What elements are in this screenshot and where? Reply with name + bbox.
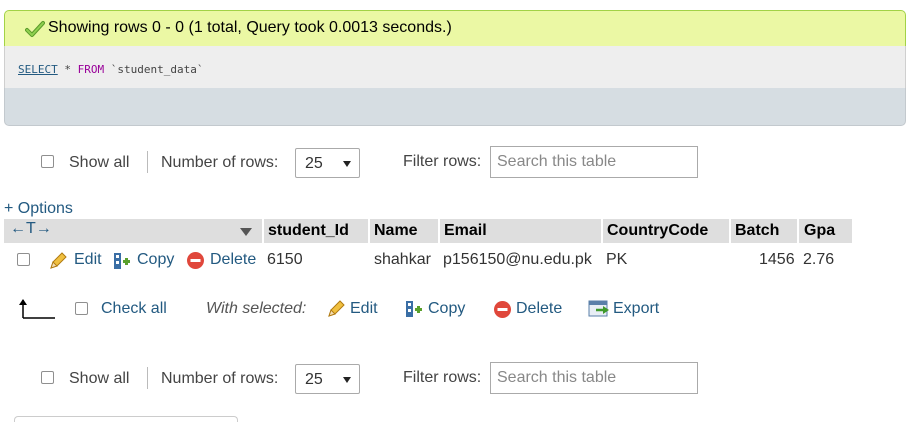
- column-header-name[interactable]: Name: [374, 222, 418, 240]
- with-selected-label: With selected:: [206, 300, 307, 317]
- filter-rows-label: Filter rows:: [403, 153, 482, 170]
- column-header-gpa[interactable]: Gpa: [804, 222, 835, 240]
- sql-table-name: `student_data`: [104, 63, 204, 76]
- with-selected-delete-link[interactable]: Delete: [516, 300, 562, 318]
- divider: [147, 367, 148, 389]
- number-of-rows-select[interactable]: 25: [295, 148, 360, 178]
- cell-gpa: 2.76: [803, 251, 835, 268]
- chevron-down-icon: [343, 377, 351, 383]
- delete-icon[interactable]: [493, 300, 512, 319]
- show-all-label[interactable]: Show all: [69, 370, 129, 388]
- sql-star: *: [57, 63, 78, 76]
- filter-rows-label: Filter rows:: [403, 369, 482, 386]
- cell-countrycode: PK: [606, 251, 628, 268]
- row-delete-link[interactable]: Delete: [210, 251, 256, 269]
- column-header-batch[interactable]: Batch: [735, 222, 779, 240]
- with-selected-export-link[interactable]: Export: [613, 300, 659, 318]
- row-edit-link[interactable]: Edit: [74, 251, 102, 269]
- options-link[interactable]: + Options: [4, 200, 73, 218]
- filter-rows-input[interactable]: [491, 363, 697, 393]
- copy-icon[interactable]: [112, 251, 132, 271]
- column-header-countrycode[interactable]: CountryCode: [607, 222, 708, 240]
- table-header: ←T→ student_Id Name Email CountryCode Ba…: [4, 219, 852, 243]
- sql-toolbar-strip: [4, 88, 906, 126]
- number-of-rows-label: Number of rows:: [161, 154, 279, 171]
- filter-rows-search[interactable]: [490, 362, 698, 394]
- show-all-checkbox[interactable]: [41, 155, 54, 168]
- number-of-rows-value: 25: [305, 371, 323, 388]
- cell-email: p156150@nu.edu.pk: [443, 251, 592, 268]
- query-results-operations-box: [14, 416, 238, 422]
- filter-rows-search[interactable]: [490, 146, 698, 178]
- cell-name: shahkar: [374, 251, 431, 268]
- check-all-checkbox[interactable]: [75, 302, 88, 315]
- row-checkbox[interactable]: [17, 253, 30, 266]
- chevron-down-icon: [343, 161, 351, 167]
- success-message: Showing rows 0 - 0 (1 total, Query took …: [4, 10, 906, 46]
- pencil-icon[interactable]: [326, 299, 346, 319]
- show-all-checkbox[interactable]: [41, 371, 54, 384]
- table-row: Edit Copy Delete 6150 shahkar p156150@nu…: [4, 247, 852, 275]
- column-header-student-id[interactable]: student_Id: [268, 222, 349, 240]
- sort-dropdown-icon[interactable]: [240, 228, 252, 236]
- sql-select-keyword[interactable]: SELECT: [18, 63, 58, 76]
- sql-query: SELECT * FROM `student_data`: [18, 63, 203, 76]
- check-all-link[interactable]: Check all: [101, 300, 167, 318]
- with-selected-bar: Check all With selected: Edit Copy Delet…: [0, 290, 906, 326]
- copy-icon[interactable]: [404, 299, 424, 319]
- sql-from-keyword: FROM: [77, 63, 105, 76]
- cell-batch: 1456: [759, 251, 795, 268]
- success-text: Showing rows 0 - 0 (1 total, Query took …: [48, 19, 452, 36]
- pencil-icon[interactable]: [48, 251, 68, 271]
- table-navigation-bottom: Show all Number of rows: 25 Filter rows:: [0, 362, 906, 398]
- delete-icon[interactable]: [186, 251, 205, 270]
- export-icon[interactable]: [588, 299, 610, 319]
- cell-student-id: 6150: [267, 251, 303, 268]
- row-copy-link[interactable]: Copy: [137, 251, 174, 269]
- column-header-email[interactable]: Email: [444, 222, 487, 240]
- column-arrows-icon[interactable]: ←T→: [10, 220, 52, 238]
- show-all-label[interactable]: Show all: [69, 154, 129, 172]
- filter-rows-input[interactable]: [491, 147, 697, 177]
- divider: [147, 151, 148, 173]
- with-selected-edit-link[interactable]: Edit: [350, 300, 378, 318]
- number-of-rows-label: Number of rows:: [161, 370, 279, 387]
- number-of-rows-value: 25: [305, 155, 323, 172]
- number-of-rows-select[interactable]: 25: [295, 364, 360, 394]
- check-icon: [25, 21, 45, 37]
- sql-query-box: SELECT * FROM `student_data`: [4, 46, 906, 88]
- table-navigation-top: Show all Number of rows: 25 Filter rows:: [0, 146, 906, 182]
- with-selected-copy-link[interactable]: Copy: [428, 300, 465, 318]
- arrow-up-icon: [19, 299, 55, 319]
